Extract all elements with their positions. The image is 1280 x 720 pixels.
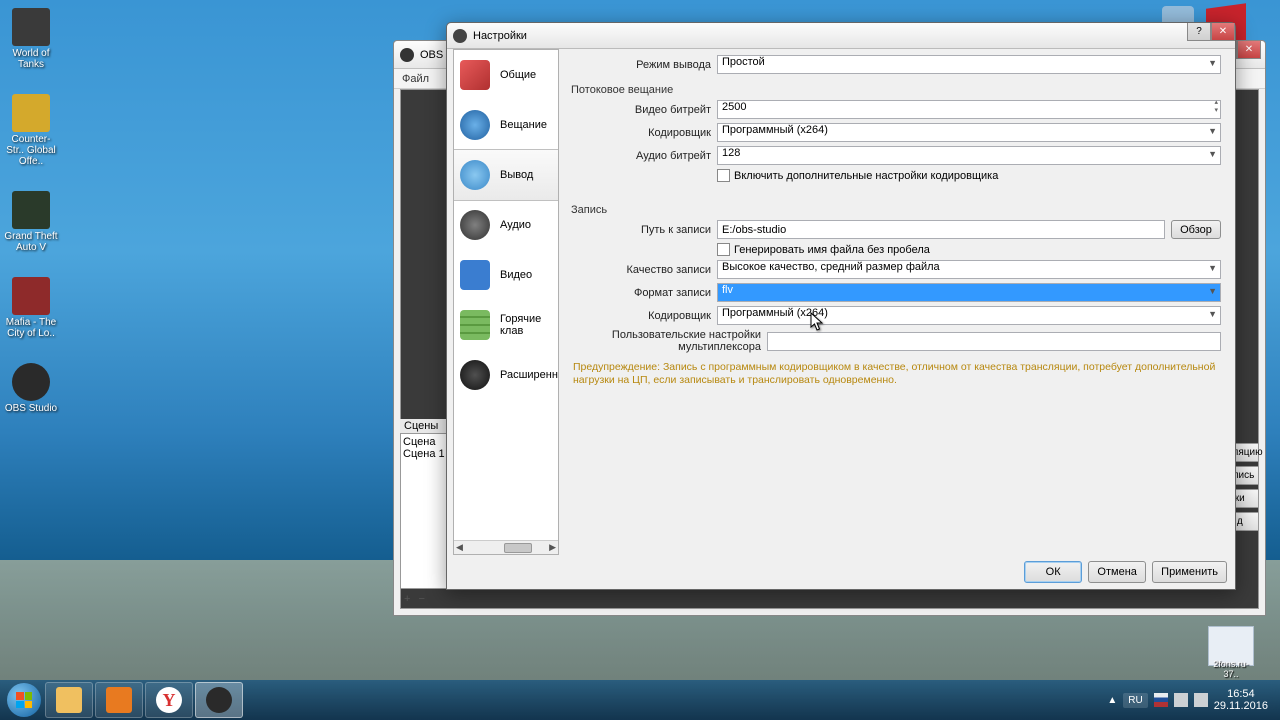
scenes-panel: Сцены Сцена Сцена 1 +−: [400, 419, 450, 609]
audio-bitrate-select[interactable]: 128: [717, 146, 1221, 165]
tray-network-icon[interactable]: [1174, 693, 1188, 707]
sidebar-item-video[interactable]: Видео: [454, 250, 558, 300]
mux-input[interactable]: [767, 332, 1221, 351]
taskbar-explorer[interactable]: [45, 682, 93, 718]
apply-button[interactable]: Применить: [1152, 561, 1227, 583]
remove-scene-button[interactable]: −: [418, 593, 424, 605]
audio-bitrate-label: Аудио битрейт: [571, 150, 717, 162]
sidebar-item-audio[interactable]: Аудио: [454, 200, 558, 250]
record-quality-select[interactable]: Высокое качество, средний размер файла: [717, 260, 1221, 279]
cpu-warning-text: Предупреждение: Запись с программным код…: [571, 357, 1221, 391]
streaming-header: Потоковое вещание: [571, 84, 1221, 96]
help-button[interactable]: ?: [1187, 23, 1211, 41]
start-button[interactable]: [4, 680, 44, 720]
desktop-thumbnail-icon[interactable]: 2fons.ru-37..: [1208, 626, 1254, 666]
mux-label: Пользовательские настройки мультиплексор…: [571, 329, 767, 353]
record-encoder-label: Кодировщик: [571, 310, 717, 322]
sidebar-item-general[interactable]: Общие: [454, 50, 558, 100]
desktop-icon-gtav[interactable]: Grand Theft Auto V: [4, 191, 58, 253]
close-button[interactable]: ✕: [1237, 41, 1261, 59]
browse-button[interactable]: Обзор: [1171, 220, 1221, 239]
scenes-list[interactable]: Сцена Сцена 1: [400, 433, 450, 589]
desktop-icon-csgo[interactable]: Counter-Str.. Global Offe..: [4, 94, 58, 167]
settings-dialog: Настройки ? ✕ Общие Вещание Вывод Аудио …: [446, 22, 1236, 590]
settings-titlebar[interactable]: Настройки ? ✕: [447, 23, 1235, 49]
taskbar-obs[interactable]: [195, 682, 243, 718]
sidebar-item-hotkeys[interactable]: Горячие клав: [454, 300, 558, 350]
scenes-header: Сцены: [400, 419, 450, 433]
cancel-button[interactable]: Отмена: [1088, 561, 1146, 583]
obs-app-icon: [400, 48, 414, 62]
record-quality-label: Качество записи: [571, 264, 717, 276]
advanced-encoder-checkbox[interactable]: Включить дополнительные настройки кодиро…: [717, 169, 1221, 182]
taskbar-yandex[interactable]: Y: [145, 682, 193, 718]
desktop-icon-mafia[interactable]: Mafia - The City of Lo..: [4, 277, 58, 339]
settings-title-text: Настройки: [473, 30, 527, 42]
settings-app-icon: [453, 29, 467, 43]
record-path-label: Путь к записи: [571, 224, 717, 236]
tray-flag-icon[interactable]: [1154, 693, 1168, 707]
sidebar-item-stream[interactable]: Вещание: [454, 100, 558, 150]
video-bitrate-input[interactable]: 2500: [717, 100, 1221, 119]
record-path-input[interactable]: [717, 220, 1165, 239]
scene-item[interactable]: Сцена: [403, 436, 447, 448]
taskbar-clock[interactable]: 16:54 29.11.2016: [1214, 688, 1268, 712]
scene-item[interactable]: Сцена 1: [403, 448, 447, 460]
output-mode-select[interactable]: Простой: [717, 55, 1221, 74]
desktop-icon-wot[interactable]: World of Tanks: [4, 8, 58, 70]
add-scene-button[interactable]: +: [404, 593, 410, 605]
record-format-select[interactable]: flv: [717, 283, 1221, 302]
taskbar-media-player[interactable]: [95, 682, 143, 718]
taskbar: Y ▲ RU 16:54 29.11.2016: [0, 680, 1280, 720]
sidebar-scrollbar[interactable]: ◀▶: [454, 540, 558, 554]
output-mode-label: Режим вывода: [571, 59, 717, 71]
close-button[interactable]: ✕: [1211, 23, 1235, 41]
record-format-label: Формат записи: [571, 287, 717, 299]
no-space-checkbox[interactable]: Генерировать имя файла без пробела: [717, 243, 1221, 256]
recording-header: Запись: [571, 204, 1221, 216]
language-indicator[interactable]: RU: [1123, 693, 1147, 708]
settings-sidebar: Общие Вещание Вывод Аудио Видео Горячие …: [453, 49, 559, 555]
sidebar-item-advanced[interactable]: Расширенны: [454, 350, 558, 400]
tray-volume-icon[interactable]: [1194, 693, 1208, 707]
ok-button[interactable]: ОК: [1024, 561, 1082, 583]
tray-show-hidden-icon[interactable]: ▲: [1107, 695, 1117, 706]
video-bitrate-label: Видео битрейт: [571, 104, 717, 116]
sidebar-item-output[interactable]: Вывод: [453, 149, 559, 201]
stream-encoder-select[interactable]: Программный (x264): [717, 123, 1221, 142]
stream-encoder-label: Кодировщик: [571, 127, 717, 139]
desktop-icon-obs[interactable]: OBS Studio: [4, 363, 58, 414]
record-encoder-select[interactable]: Программный (x264): [717, 306, 1221, 325]
